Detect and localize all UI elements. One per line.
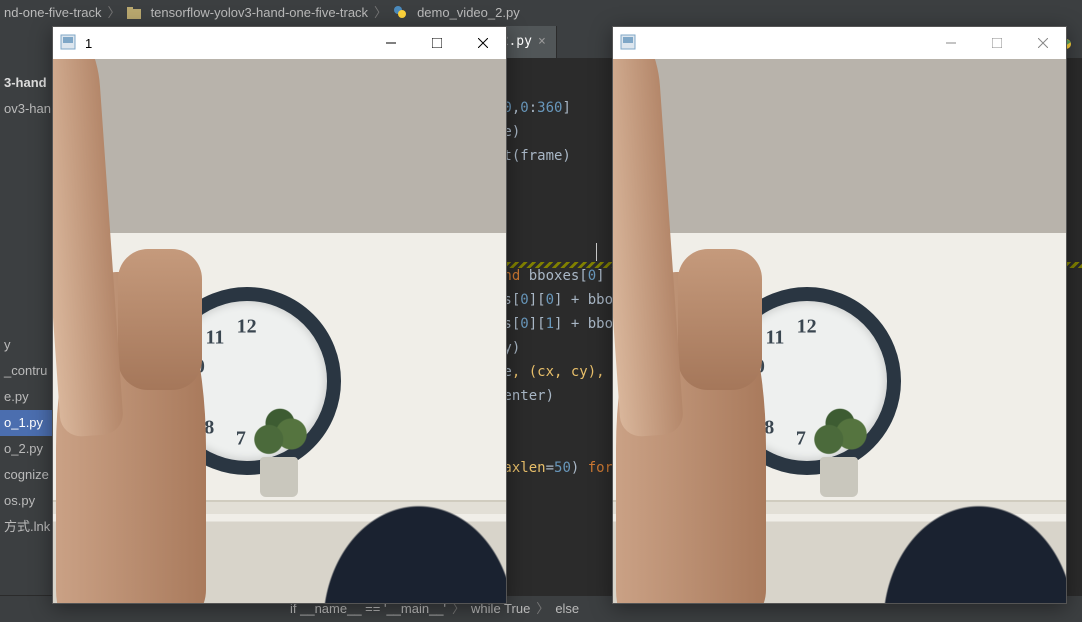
maximize-button[interactable] (414, 27, 460, 59)
scope-else[interactable]: else (555, 596, 579, 622)
path-breadcrumbs: nd-one-five-track 〉 tensorflow-yolov3-ha… (0, 0, 1082, 27)
folder-icon (127, 0, 141, 26)
breadcrumb-sep: 〉 (108, 0, 121, 26)
text-caret (596, 243, 597, 261)
video-frame: 12 11 10 9 8 7 (613, 59, 1066, 603)
file-item[interactable]: y (0, 332, 55, 358)
person-shoulder (261, 407, 506, 603)
file-item[interactable]: o_2.py (0, 436, 55, 462)
project-root-2[interactable]: ov3-han (0, 96, 55, 122)
project-root-1[interactable]: 3-hand (0, 70, 55, 96)
file-item[interactable]: os.py (0, 488, 55, 514)
window-title: 1 (85, 36, 368, 51)
minimize-button[interactable] (368, 27, 414, 59)
file-item[interactable]: cognize (0, 462, 55, 488)
file-item[interactable]: e.py (0, 384, 55, 410)
breadcrumb-sep: 〉 (374, 0, 387, 26)
breadcrumb-folder-2[interactable]: tensorflow-yolov3-hand-one-five-track (151, 0, 368, 26)
file-item[interactable]: 方式.lnk (0, 514, 55, 540)
titlebar[interactable]: 1 (53, 27, 506, 59)
app-icon (619, 33, 639, 53)
person-shoulder (821, 407, 1066, 603)
file-item[interactable]: _contru (0, 358, 55, 384)
close-button[interactable] (460, 27, 506, 59)
cv-window-1[interactable]: 1 12 11 10 9 8 7 (52, 26, 507, 604)
code-text[interactable]: 00,0:360] me) ct(frame) and bboxes[0] es… (495, 72, 613, 504)
project-sidebar[interactable]: 3-hand ov3-han y _contru e.py o_1.py o_2… (0, 26, 56, 596)
cv-window-2[interactable]: 12 11 10 9 8 7 (612, 26, 1067, 604)
titlebar[interactable] (613, 27, 1066, 59)
breadcrumb-file[interactable]: demo_video_2.py (417, 0, 520, 26)
hand-one-finger (53, 59, 243, 603)
hand-one-finger (613, 59, 803, 603)
file-item-selected[interactable]: o_1.py (0, 410, 55, 436)
app-icon (59, 33, 79, 53)
maximize-button[interactable] (974, 27, 1020, 59)
minimize-button[interactable] (928, 27, 974, 59)
breadcrumb-folder-1[interactable]: nd-one-five-track (4, 0, 102, 26)
python-file-icon (393, 0, 407, 26)
close-button[interactable] (1020, 27, 1066, 59)
video-frame: 12 11 10 9 8 7 (53, 59, 506, 603)
close-tab-icon[interactable]: × (538, 30, 546, 54)
